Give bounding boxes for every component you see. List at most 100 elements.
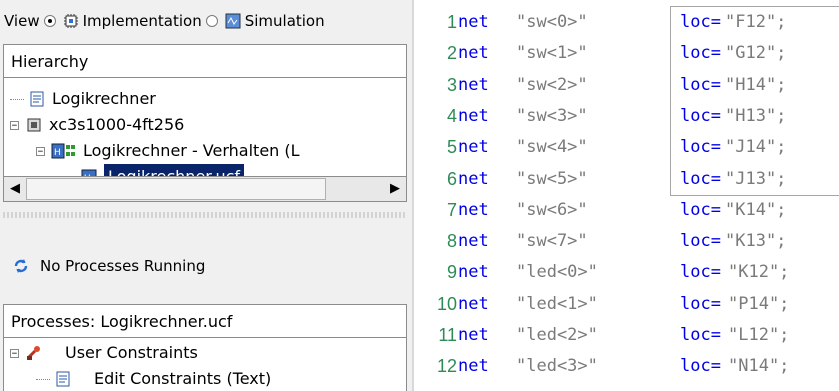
line-number: 5 [446,137,457,158]
signal-name: "led<0>" [516,262,598,283]
line-number: 9 [446,262,457,283]
code-line[interactable]: 8 net "sw<7>" loc= "K13"; [414,229,839,253]
keyword-loc: loc= [680,12,721,32]
signal-name: "led<1>" [516,293,598,314]
pin-location: "H14"; [725,74,787,95]
refresh-icon [14,259,28,273]
keyword-loc: loc= [680,231,721,252]
keyword-net: net [458,262,489,283]
keyword-net: net [458,43,489,64]
pin-location: "N14"; [728,356,790,377]
line-number: 1 [446,12,457,32]
keyword-loc: loc= [680,199,721,220]
signal-name: "sw<1>" [516,43,588,64]
process-item-user-constraints[interactable]: − User Constraints [10,340,198,366]
hierarchy-horizontal-scrollbar[interactable]: ◀ ▶ [3,176,407,202]
signal-name: "sw<6>" [516,199,588,220]
document-icon [30,91,44,107]
code-line[interactable]: 1 net "sw<0>" loc= "F12"; [414,10,839,34]
tree-item-logikrechner[interactable]: Logikrechner [10,86,156,112]
keyword-net: net [458,325,489,345]
ucf-text-editor[interactable]: 1 net "sw<0>" loc= "F12"; 2 net "sw<1>" loc= "G12… [414,0,839,391]
keyword-net: net [458,293,489,314]
keyword-net: net [458,105,489,126]
keyword-net: net [458,199,489,220]
code-line[interactable]: 5 net "sw<4>" loc= "J14"; [414,135,839,159]
keyword-net: net [458,356,489,377]
pin-location: "G12"; [725,43,787,64]
code-line[interactable]: 3 net "sw<2>" loc= "H14"; [414,73,839,97]
pin-location: "L12"; [728,325,790,345]
scroll-right-icon[interactable]: ▶ [384,178,406,200]
code-line[interactable]: 6 net "sw<5>" loc= "J13"; [414,167,839,191]
keyword-net: net [458,74,489,95]
view-selector-bar: View Implementation Simulation [0,0,412,42]
line-number: 12 [436,356,457,377]
process-item-label: Edit Constraints (Text) [94,369,272,388]
pin-location: "H13"; [725,105,787,126]
tree-item-device[interactable]: − xc3s1000-4ft256 [10,112,184,138]
tree-item-label: Logikrechner [52,89,156,108]
signal-name: "sw<3>" [516,105,588,126]
keyword-loc: loc= [680,168,721,189]
pane-splitter[interactable] [3,212,407,218]
collapse-icon[interactable]: − [36,146,45,156]
keyword-loc: loc= [680,356,721,377]
keyword-loc: loc= [680,43,721,64]
signal-name: "sw<2>" [516,74,588,95]
implementation-radio[interactable] [43,15,56,27]
implementation-option-label[interactable]: Implementation [83,12,202,30]
pin-location: "J13"; [725,168,787,189]
tree-item-label: xc3s1000-4ft256 [49,115,185,134]
hierarchy-header: Hierarchy [3,44,407,78]
signal-name: "sw<4>" [516,137,588,158]
scroll-left-icon[interactable]: ◀ [4,178,26,200]
pin-location: "K14"; [725,199,787,220]
pin-location: "K13"; [725,231,787,252]
pin-location: "P14"; [728,293,790,314]
processes-tree[interactable]: − User Constraints Edit Constraints (Tex… [3,338,407,391]
code-line[interactable]: 7 net "sw<6>" loc= "K14"; [414,198,839,222]
tree-item-module[interactable]: − H Logikrechner - Verhalten (L [36,138,300,164]
keyword-net: net [458,168,489,189]
keyword-loc: loc= [680,262,721,283]
signal-name: "led<2>" [516,325,598,345]
pin-location: "J14"; [725,137,787,158]
status-text: No Processes Running [40,257,206,275]
signal-name: "sw<7>" [516,231,588,252]
line-number: 11 [438,325,457,345]
code-line[interactable]: 9 net "led<0>" loc= "K12"; [414,260,839,284]
collapse-icon[interactable]: − [10,120,19,130]
line-number: 2 [446,43,457,64]
tree-item-label: Logikrechner - Verhalten (L [83,141,300,160]
keyword-loc: loc= [680,293,721,314]
simulation-option-label[interactable]: Simulation [245,12,325,30]
signal-name: "sw<0>" [516,12,588,32]
simulation-icon [225,13,241,29]
process-item-label: User Constraints [65,343,198,362]
signal-name: "sw<5>" [516,168,588,189]
process-status: No Processes Running [12,257,205,275]
keyword-loc: loc= [680,325,721,345]
signal-name: "led<3>" [516,356,598,377]
collapse-icon[interactable]: − [10,348,19,358]
code-line[interactable]: 2 net "sw<1>" loc= "G12"; [414,41,839,65]
code-line[interactable]: 12 net "led<3>" loc= "N14"; [414,354,839,378]
scroll-thumb[interactable] [26,178,326,200]
keyword-net: net [458,137,489,158]
code-line[interactable]: 10 net "led<1>" loc= "P14"; [414,292,839,316]
simulation-radio[interactable] [205,15,218,27]
process-item-edit-constraints[interactable]: Edit Constraints (Text) [36,366,271,391]
keyword-net: net [458,231,489,252]
text-document-icon [56,371,70,387]
keyword-loc: loc= [680,137,721,158]
tools-icon [26,346,40,360]
svg-text:H: H [54,148,61,158]
code-line[interactable]: 11 net "led<2>" loc= "L12"; [414,323,839,347]
line-number: 7 [446,199,457,220]
keyword-net: net [458,12,489,32]
line-number: 4 [446,105,457,126]
pin-location: "K12"; [728,262,790,283]
line-number: 6 [446,168,457,189]
code-line[interactable]: 4 net "sw<3>" loc= "H13"; [414,104,839,128]
